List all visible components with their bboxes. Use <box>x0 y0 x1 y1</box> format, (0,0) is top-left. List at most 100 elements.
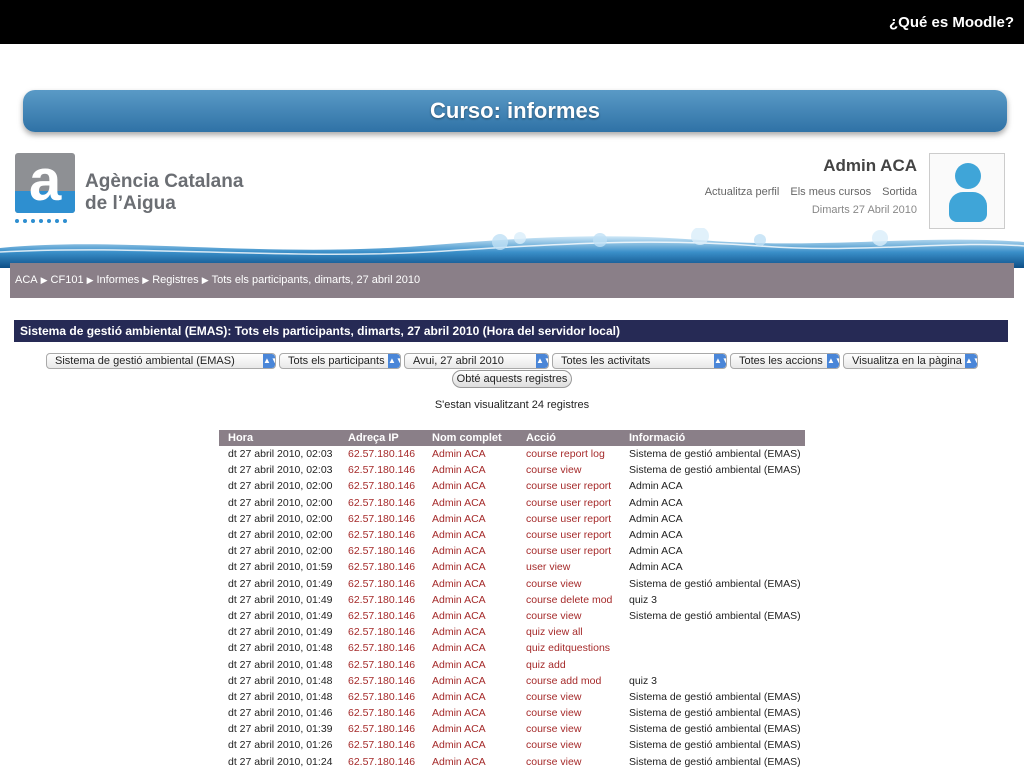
cell-time: dt 27 abril 2010, 02:00 <box>228 496 333 509</box>
cell-action-link[interactable]: course user report <box>517 527 620 543</box>
activities-select[interactable]: Totes les activitats ▲▼ <box>552 353 727 369</box>
cell-ip-link[interactable]: 62.57.180.146 <box>339 705 423 721</box>
cell-info: quiz 3 <box>629 674 658 687</box>
cell-action-link[interactable]: course add mod <box>517 673 620 689</box>
cell-fullname-link[interactable]: Admin ACA <box>423 511 517 527</box>
cell-fullname-link[interactable]: Admin ACA <box>423 640 517 656</box>
course-select[interactable]: Sistema de gestió ambiental (EMAS) ▲▼ <box>46 353 276 369</box>
cell-ip-link[interactable]: 62.57.180.146 <box>339 640 423 656</box>
cell-ip-link[interactable]: 62.57.180.146 <box>339 559 423 575</box>
cell-action-link[interactable]: course view <box>517 608 620 624</box>
cell-action-link[interactable]: course delete mod <box>517 592 620 608</box>
cell-action-link[interactable]: user view <box>517 559 620 575</box>
cell-time: dt 27 abril 2010, 01:26 <box>228 739 333 752</box>
participants-select[interactable]: Tots els participants▲▼ <box>279 353 401 369</box>
cell-ip-link[interactable]: 62.57.180.146 <box>339 754 423 770</box>
cell-ip-link[interactable]: 62.57.180.146 <box>339 543 423 559</box>
avatar[interactable] <box>929 153 1005 229</box>
update-profile-link[interactable]: Actualitza perfil <box>705 186 780 198</box>
cell-time: dt 27 abril 2010, 01:39 <box>228 723 333 736</box>
cell-action-link[interactable]: course view <box>517 737 620 753</box>
cell-ip-link[interactable]: 62.57.180.146 <box>339 673 423 689</box>
cell-action-link[interactable]: course user report <box>517 478 620 494</box>
cell-info <box>620 656 805 672</box>
cell-ip-link[interactable]: 62.57.180.146 <box>339 527 423 543</box>
cell-fullname-link[interactable]: Admin ACA <box>423 705 517 721</box>
day-select[interactable]: Avui, 27 abril 2010 ▲▼ <box>404 353 549 369</box>
log-table: Hora Adreça IP Nom complet Acció Informa… <box>219 430 805 770</box>
cell-info <box>620 640 805 656</box>
cell-fullname-link[interactable]: Admin ACA <box>423 592 517 608</box>
cell-ip-link[interactable]: 62.57.180.146 <box>339 689 423 705</box>
cell-action-link[interactable]: course report log <box>517 446 620 462</box>
get-logs-button[interactable]: Obté aquests registres <box>452 370 572 388</box>
cell-action-link[interactable]: course user report <box>517 511 620 527</box>
cell-ip-link[interactable]: 62.57.180.146 <box>339 495 423 511</box>
cell-action-link[interactable]: course view <box>517 754 620 770</box>
cell-fullname-link[interactable]: Admin ACA <box>423 689 517 705</box>
logout-link[interactable]: Sortida <box>882 186 917 198</box>
cell-ip-link[interactable]: 62.57.180.146 <box>339 511 423 527</box>
cell-time: dt 27 abril 2010, 01:48 <box>228 642 333 655</box>
breadcrumb-item-course[interactable]: CF101 <box>51 274 84 286</box>
cell-fullname-link[interactable]: Admin ACA <box>423 624 517 640</box>
cell-ip-link[interactable]: 62.57.180.146 <box>339 462 423 478</box>
cell-action-link[interactable]: quiz editquestions <box>517 640 620 656</box>
cell-action-link[interactable]: course user report <box>517 543 620 559</box>
cell-fullname-link[interactable]: Admin ACA <box>423 462 517 478</box>
org-name: Agència Catalana de l’Aigua <box>85 171 243 215</box>
table-row: dt 27 abril 2010, 01:49 62.57.180.146 Admi… <box>219 624 805 640</box>
cell-ip-link[interactable]: 62.57.180.146 <box>339 608 423 624</box>
cell-action-link[interactable]: quiz add <box>517 656 620 672</box>
cell-fullname-link[interactable]: Admin ACA <box>423 721 517 737</box>
table-row: dt 27 abril 2010, 01:24 62.57.180.146 Admi… <box>219 754 805 770</box>
cell-fullname-link[interactable]: Admin ACA <box>423 576 517 592</box>
aca-logo[interactable]: a <box>15 148 75 213</box>
cell-action-link[interactable]: course view <box>517 721 620 737</box>
breadcrumb-item-aca[interactable]: ACA <box>15 274 38 286</box>
cell-ip-link[interactable]: 62.57.180.146 <box>339 624 423 640</box>
navigation-bar: ACA ▶ CF101 ▶ Informes ▶ Registres ▶ Tots els pa… <box>10 263 1014 298</box>
cell-time: dt 27 abril 2010, 01:49 <box>228 577 333 590</box>
cell-fullname-link[interactable]: Admin ACA <box>423 656 517 672</box>
cell-fullname-link[interactable]: Admin ACA <box>423 495 517 511</box>
cell-action-link[interactable]: course view <box>517 705 620 721</box>
cell-fullname-link[interactable]: Admin ACA <box>423 673 517 689</box>
breadcrumb-item-reports[interactable]: Informes <box>97 274 140 286</box>
cell-time: dt 27 abril 2010, 02:00 <box>228 529 333 542</box>
cell-fullname-link[interactable]: Admin ACA <box>423 559 517 575</box>
breadcrumb-item-logs[interactable]: Registres <box>152 274 198 286</box>
cell-fullname-link[interactable]: Admin ACA <box>423 737 517 753</box>
table-row: dt 27 abril 2010, 02:00 62.57.180.146 Admi… <box>219 495 805 511</box>
section-title: Sistema de gestió ambiental (EMAS): Tots… <box>20 324 620 338</box>
cell-action-link[interactable]: course view <box>517 689 620 705</box>
table-row: dt 27 abril 2010, 02:00 62.57.180.146 Admi… <box>219 478 805 494</box>
cell-fullname-link[interactable]: Admin ACA <box>423 446 517 462</box>
cell-time: dt 27 abril 2010, 01:46 <box>228 707 333 720</box>
cell-info: Sistema de gestió ambiental (EMAS) <box>629 577 801 590</box>
cell-ip-link[interactable]: 62.57.180.146 <box>339 446 423 462</box>
cell-fullname-link[interactable]: Admin ACA <box>423 527 517 543</box>
course-select-value: Sistema de gestió ambiental (EMAS) <box>55 355 235 367</box>
cell-action-link[interactable]: course view <box>517 462 620 478</box>
cell-fullname-link[interactable]: Admin ACA <box>423 608 517 624</box>
cell-ip-link[interactable]: 62.57.180.146 <box>339 737 423 753</box>
avatar-body-icon <box>949 192 987 222</box>
filter-bar: Sistema de gestió ambiental (EMAS) ▲▼ Tot… <box>46 353 986 371</box>
cell-action-link[interactable]: course view <box>517 576 620 592</box>
cell-ip-link[interactable]: 62.57.180.146 <box>339 721 423 737</box>
actions-select[interactable]: Totes les accions ▲▼ <box>730 353 840 369</box>
cell-action-link[interactable]: course user report <box>517 495 620 511</box>
cell-ip-link[interactable]: 62.57.180.146 <box>339 576 423 592</box>
cell-ip-link[interactable]: 62.57.180.146 <box>339 592 423 608</box>
header-info: Informació <box>620 430 805 446</box>
display-select[interactable]: Visualitza en la pàgina▲▼ <box>843 353 978 369</box>
cell-action-link[interactable]: quiz view all <box>517 624 620 640</box>
cell-fullname-link[interactable]: Admin ACA <box>423 478 517 494</box>
cell-fullname-link[interactable]: Admin ACA <box>423 754 517 770</box>
cell-fullname-link[interactable]: Admin ACA <box>423 543 517 559</box>
cell-ip-link[interactable]: 62.57.180.146 <box>339 656 423 672</box>
my-courses-link[interactable]: Els meus cursos <box>790 186 871 198</box>
cell-ip-link[interactable]: 62.57.180.146 <box>339 478 423 494</box>
cell-info: Sistema de gestió ambiental (EMAS) <box>629 739 801 752</box>
